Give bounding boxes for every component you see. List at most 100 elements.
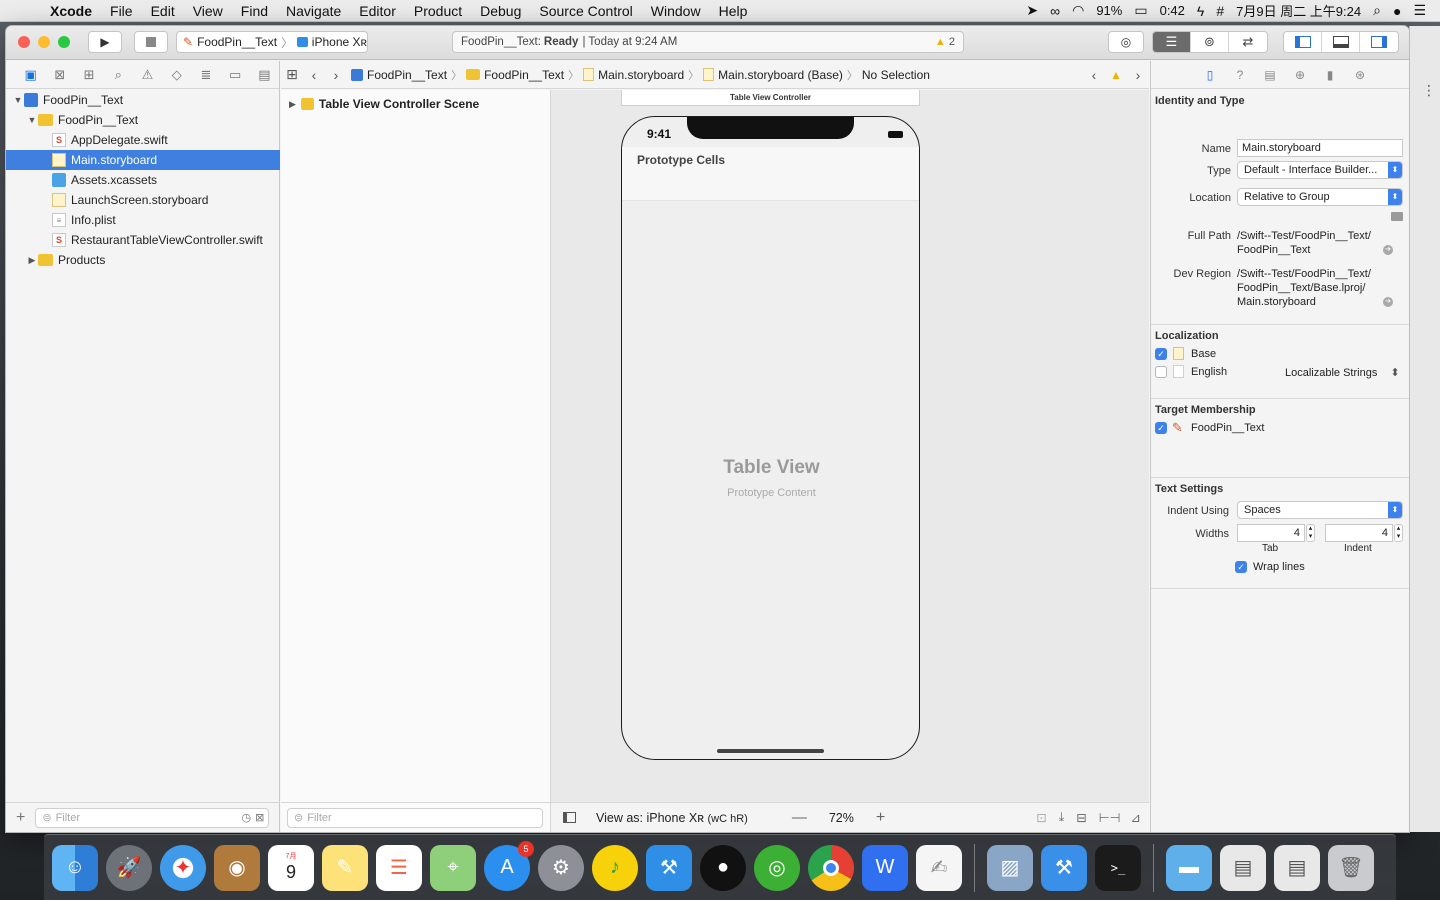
attributes-inspector-tab-icon[interactable]: ⊕ [1285, 68, 1315, 82]
timer-readout[interactable]: 0:42 [1160, 3, 1185, 18]
calendar-dock-icon[interactable]: 7月 9 [268, 844, 314, 891]
iphone-frame[interactable]: 9:41 Prototype Cells Table View Prototyp… [621, 116, 920, 760]
target-membership-checkbox[interactable]: ✓ [1155, 422, 1167, 434]
zoom-level[interactable]: 72% [829, 811, 854, 825]
tree-item-infoplist[interactable]: ≡ Info.plist [6, 210, 280, 230]
clock[interactable]: 7月9日 周二 上午9:24 [1236, 1, 1361, 20]
reveal-in-finder-icon[interactable]: ➔ [1383, 297, 1393, 307]
source-control-tab-icon[interactable]: ⊠ [45, 67, 74, 83]
indent-using-popup[interactable]: Spaces ⬍ [1237, 501, 1403, 519]
size-inspector-tab-icon[interactable]: ▮ [1315, 68, 1345, 82]
background-window-edge[interactable]: ⋮ [1409, 26, 1440, 832]
maps-dock-icon[interactable]: ⌖ [430, 844, 476, 891]
menu-edit[interactable]: Edit [142, 3, 184, 19]
add-icon[interactable]: + [16, 809, 25, 827]
outline-scene-row[interactable]: ▶ Table View Controller Scene [289, 97, 479, 111]
battery-percent[interactable]: 91% [1096, 3, 1122, 18]
tab-width-field[interactable]: 4 [1237, 524, 1305, 542]
minimized-window-dock-icon[interactable]: ▤ [1274, 844, 1320, 891]
lightning-icon[interactable]: ϟ [1197, 3, 1204, 19]
quick-help-tab-icon[interactable]: ? [1225, 68, 1255, 82]
assistant-editor-button[interactable]: ⊚ [1191, 32, 1229, 52]
wifi-icon[interactable]: ◠ [1072, 2, 1084, 19]
breadcrumb-selection[interactable]: No Selection [858, 68, 934, 82]
close-window-button[interactable] [18, 36, 30, 48]
issue-tab-icon[interactable]: ⚠ [133, 67, 162, 83]
warning-icon[interactable]: ▲ [1105, 68, 1127, 82]
name-field[interactable]: Main.storyboard [1237, 139, 1403, 157]
connections-inspector-tab-icon[interactable]: ⊛ [1345, 68, 1375, 82]
zoom-window-button[interactable] [58, 36, 70, 48]
downloads-folder-dock-icon[interactable]: ▬ [1166, 844, 1212, 891]
battery-icon[interactable]: ▭ [1134, 2, 1147, 19]
spotlight-search-icon[interactable]: ⌕ [1373, 2, 1381, 19]
qq-dock-icon[interactable]: ● [700, 844, 746, 891]
input-method-icon[interactable]: # [1216, 3, 1224, 19]
menu-editor[interactable]: Editor [350, 3, 405, 19]
file-inspector-tab-icon[interactable]: ▯ [1195, 68, 1225, 82]
tree-item-group[interactable]: ▼ FoodPin__Text [6, 110, 280, 130]
menu-debug[interactable]: Debug [471, 3, 530, 19]
disclosure-triangle-icon[interactable]: ▶ [26, 255, 38, 266]
forward-chevron-icon[interactable]: › [325, 67, 347, 83]
terminal-dock-icon[interactable]: >_ [1095, 844, 1141, 891]
tree-item-launchscreen[interactable]: LaunchScreen.storyboard [6, 190, 280, 210]
run-button[interactable]: ▶ [88, 31, 122, 53]
menu-product[interactable]: Product [405, 3, 471, 19]
breadcrumb-group[interactable]: FoodPin__Text [462, 68, 568, 82]
debug-tab-icon[interactable]: ≣ [191, 67, 220, 83]
library-button[interactable]: ◎ [1108, 31, 1144, 53]
breadcrumb-project[interactable]: FoodPin__Text [347, 68, 451, 82]
update-frames-icon[interactable]: ⊡ [1036, 810, 1046, 825]
recent-files-icon[interactable]: ◷ [242, 811, 252, 824]
more-options-icon[interactable]: ⋮ [1422, 82, 1436, 99]
reminders-dock-icon[interactable]: ☰ [376, 844, 422, 891]
activity-view[interactable]: FoodPin__Text: Ready | Today at 9:24 AM … [452, 31, 964, 53]
report-tab-icon[interactable]: ▤ [250, 67, 279, 83]
standard-editor-button[interactable]: ☰ [1153, 32, 1191, 52]
menu-source-control[interactable]: Source Control [530, 3, 641, 19]
glasses-icon[interactable]: ∞ [1050, 3, 1060, 19]
disclosure-triangle-icon[interactable]: ▼ [12, 95, 24, 105]
breadcrumb-file[interactable]: Main.storyboard [579, 68, 688, 82]
tree-item-restaurant-vc[interactable]: S RestaurantTableViewController.swift [6, 230, 280, 250]
warning-indicator[interactable]: ▲ 2 [935, 36, 955, 48]
view-as-button[interactable]: View as: iPhone Xʀ (wC hR) [596, 811, 748, 825]
tree-item-main-storyboard[interactable]: Main.storyboard [6, 150, 280, 170]
zoom-out-icon[interactable]: — [792, 809, 807, 826]
tree-item-project[interactable]: ▼ FoodPin__Text [6, 90, 280, 110]
stop-button[interactable] [134, 31, 168, 53]
siri-icon[interactable]: ● [1393, 3, 1401, 19]
textedit-dock-icon[interactable]: ✍ [916, 844, 962, 891]
wps-dock-icon[interactable]: W [862, 844, 908, 891]
scm-filter-icon[interactable]: ⊠ [255, 811, 264, 824]
project-navigator-tab-icon[interactable]: ▣ [16, 67, 45, 83]
finder-dock-icon[interactable]: ☺ [52, 844, 98, 891]
resolve-constraints-icon[interactable]: ⊿ [1131, 810, 1141, 825]
previous-issue-icon[interactable]: ‹ [1083, 67, 1105, 83]
identity-inspector-tab-icon[interactable]: ▤ [1255, 68, 1285, 82]
related-items-icon[interactable]: ⊞ [281, 66, 303, 83]
choose-folder-icon[interactable] [1391, 212, 1403, 221]
storyboard-canvas[interactable]: Table View Controller 9:41 Prototype Cel… [551, 90, 1149, 802]
breadcrumb-localization[interactable]: Main.storyboard (Base) [699, 68, 847, 82]
app-store-dock-icon[interactable]: A 5 [484, 840, 534, 891]
indent-width-stepper[interactable]: ▴ ▾ [1394, 524, 1403, 542]
menu-navigate[interactable]: Navigate [277, 3, 350, 19]
indent-width-field[interactable]: 4 [1325, 524, 1393, 542]
wrap-lines-checkbox[interactable]: ✓ [1235, 561, 1247, 573]
version-editor-button[interactable]: ⇄ [1229, 32, 1267, 52]
tab-width-stepper[interactable]: ▴ ▾ [1306, 524, 1315, 542]
back-chevron-icon[interactable]: ‹ [303, 67, 325, 83]
tree-item-products[interactable]: ▶ Products [6, 250, 280, 270]
reveal-in-finder-icon[interactable]: ➔ [1383, 245, 1393, 255]
minimize-window-button[interactable] [38, 36, 50, 48]
scheme-selector[interactable]: ✎ FoodPin__Text 〉 iPhone Xʀ [176, 31, 368, 53]
menu-help[interactable]: Help [710, 3, 757, 19]
zoom-in-icon[interactable]: + [876, 809, 885, 827]
test-tab-icon[interactable]: ◇ [162, 67, 191, 83]
english-localization-checkbox[interactable] [1155, 366, 1167, 378]
toggle-debug-area-button[interactable] [1322, 32, 1360, 52]
symbol-tab-icon[interactable]: ⊞ [74, 67, 103, 83]
preview-dock-icon[interactable]: ▨ [987, 844, 1033, 891]
